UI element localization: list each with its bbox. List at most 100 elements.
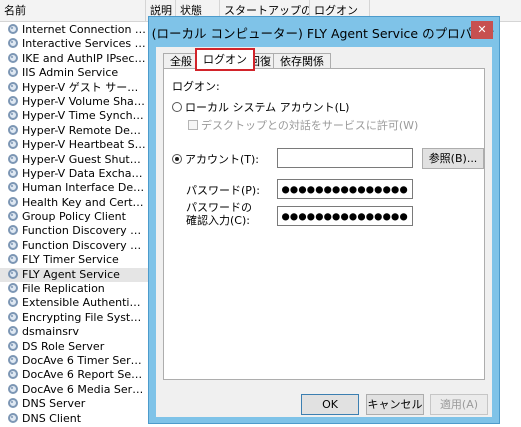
confirm-password-value: ●●●●●●●●●●●●●●● [282, 209, 409, 223]
service-row[interactable]: DocAve 6 Media Service [0, 383, 148, 397]
service-gear-icon [8, 38, 18, 49]
service-row[interactable]: Hyper-V Guest Shutdow... [0, 153, 148, 167]
service-name: FLY Timer Service [22, 253, 119, 267]
service-row[interactable]: FLY Timer Service [0, 253, 148, 267]
local-system-label: ローカル システム アカウント(L) [185, 101, 350, 114]
service-row[interactable]: Interactive Services Det... [0, 37, 148, 51]
desktop-interact-checkbox[interactable] [188, 120, 198, 130]
service-gear-icon [8, 340, 18, 351]
service-gear-icon [8, 354, 18, 365]
service-row[interactable]: dsmainsrv [0, 325, 148, 339]
service-gear-icon [8, 110, 18, 121]
desktop-interact-option[interactable]: デスクトップとの対話をサービスに許可(W) [188, 117, 418, 133]
apply-button[interactable]: 適用(A) [430, 394, 488, 415]
password-value: ●●●●●●●●●●●●●●● [282, 182, 409, 196]
service-gear-icon [8, 254, 18, 265]
tab-general[interactable]: 全般 [163, 53, 199, 69]
this-account-radio[interactable] [172, 154, 182, 164]
service-gear-icon [8, 268, 18, 279]
service-gear-icon [8, 95, 18, 106]
service-row[interactable]: DS Role Server [0, 340, 148, 354]
local-system-account-option[interactable]: ローカル システム アカウント(L) [172, 99, 349, 115]
confirm-password-label: パスワードの 確認入力(C): [186, 201, 252, 227]
service-row[interactable]: Function Discovery Reso... [0, 224, 148, 238]
service-row[interactable]: Group Policy Client [0, 210, 148, 224]
dialog-titlebar[interactable]: (ローカル コンピューター) FLY Agent Service のプロパティ [149, 17, 499, 47]
account-label: アカウント(T): [185, 153, 260, 166]
cancel-button[interactable]: キャンセル [366, 394, 424, 415]
service-row[interactable]: Hyper-V Heartbeat Serv... [0, 138, 148, 152]
service-gear-icon [8, 398, 18, 409]
service-gear-icon [8, 412, 18, 423]
service-name: dsmainsrv [22, 325, 79, 339]
service-name: FLY Agent Service [22, 267, 120, 281]
service-name: DS Role Server [22, 339, 105, 353]
ok-button[interactable]: OK [301, 394, 359, 415]
service-gear-icon [8, 369, 18, 380]
close-button[interactable]: ✕ [471, 21, 493, 39]
service-row[interactable]: Hyper-V Data Exchange ... [0, 167, 148, 181]
service-row[interactable]: IKE and AuthIP IPsec Ke... [0, 52, 148, 66]
service-gear-icon [8, 81, 18, 92]
service-gear-icon [8, 167, 18, 178]
service-row[interactable]: Hyper-V Remote Deskto... [0, 124, 148, 138]
service-row[interactable]: Hyper-V ゲスト サービス イン... [0, 81, 148, 95]
service-row[interactable]: Function Discovery Provi... [0, 239, 148, 253]
service-name: Hyper-V Guest Shutdow... [22, 152, 146, 166]
service-gear-icon [8, 24, 18, 34]
service-name: Function Discovery Reso... [22, 224, 146, 238]
dialog-title: (ローカル コンピューター) FLY Agent Service のプロパティ [151, 25, 497, 41]
local-system-radio[interactable] [172, 102, 182, 112]
service-name: Hyper-V Volume Shado... [22, 94, 146, 108]
service-gear-icon [8, 283, 18, 294]
confirm-password-input[interactable]: ●●●●●●●●●●●●●●● [277, 206, 413, 226]
service-row[interactable]: IIS Admin Service [0, 66, 148, 80]
service-name: Hyper-V Heartbeat Serv... [22, 138, 146, 152]
service-row[interactable]: Extensible Authenticatio... [0, 296, 148, 310]
service-row[interactable]: Human Interface Device... [0, 181, 148, 195]
tab-logon[interactable]: ログオン [195, 48, 255, 71]
service-gear-icon [8, 211, 18, 222]
service-gear-icon [8, 239, 18, 250]
service-row[interactable]: Hyper-V Time Synchroni... [0, 109, 148, 123]
tab-dependencies[interactable]: 依存関係 [273, 53, 331, 69]
properties-dialog: (ローカル コンピューター) FLY Agent Service のプロパティ … [148, 16, 500, 424]
service-gear-icon [8, 326, 18, 337]
service-name: IIS Admin Service [22, 66, 119, 80]
service-gear-icon [8, 153, 18, 164]
dialog-client-area: 全般 ログオン 回復 依存関係 ログオン: ローカル システム アカウント(L)… [156, 47, 492, 417]
service-gear-icon [8, 297, 18, 308]
service-name: Function Discovery Provi... [22, 238, 146, 252]
service-row[interactable]: File Replication [0, 282, 148, 296]
service-gear-icon [8, 124, 18, 135]
service-row[interactable]: FLY Agent Service [0, 267, 148, 283]
service-name: DNS Server [22, 397, 86, 411]
service-name: File Replication [22, 282, 105, 296]
service-name: DNS Client [22, 411, 82, 425]
service-row[interactable]: DNS Client [0, 412, 148, 426]
browse-button[interactable]: 参照(B)... [422, 148, 484, 169]
service-row[interactable]: Internet Connection Sha... [0, 23, 148, 37]
service-name: Encrypting File System (... [22, 310, 146, 324]
logon-tab-panel: ログオン: ローカル システム アカウント(L) デスクトップとの対話をサービス… [163, 68, 485, 380]
service-name: Human Interface Device... [22, 181, 146, 195]
service-name: Interactive Services Det... [22, 37, 146, 51]
password-input[interactable]: ●●●●●●●●●●●●●●● [277, 179, 413, 199]
confirm-label-line1: パスワードの [186, 201, 252, 214]
service-row[interactable]: DocAve 6 Timer Service [0, 354, 148, 368]
desktop-interact-label: デスクトップとの対話をサービスに許可(W) [201, 119, 419, 132]
services-list[interactable]: Internet Connection Sha...Interactive Se… [0, 23, 148, 426]
confirm-label-line2: 確認入力(C): [186, 214, 250, 227]
service-row[interactable]: Hyper-V Volume Shado... [0, 95, 148, 109]
service-name: DocAve 6 Report Service [22, 368, 146, 382]
service-row[interactable]: Encrypting File System (... [0, 311, 148, 325]
service-row[interactable]: Health Key and Certifica... [0, 196, 148, 210]
password-label: パスワード(P): [186, 184, 260, 197]
service-row[interactable]: DNS Server [0, 397, 148, 411]
close-icon: ✕ [477, 23, 487, 36]
account-input[interactable] [277, 148, 413, 168]
column-header-name[interactable]: 名前 [0, 0, 146, 22]
this-account-option[interactable]: アカウント(T): [172, 151, 259, 167]
service-row[interactable]: DocAve 6 Report Service [0, 368, 148, 382]
service-name: DocAve 6 Media Service [22, 382, 146, 396]
